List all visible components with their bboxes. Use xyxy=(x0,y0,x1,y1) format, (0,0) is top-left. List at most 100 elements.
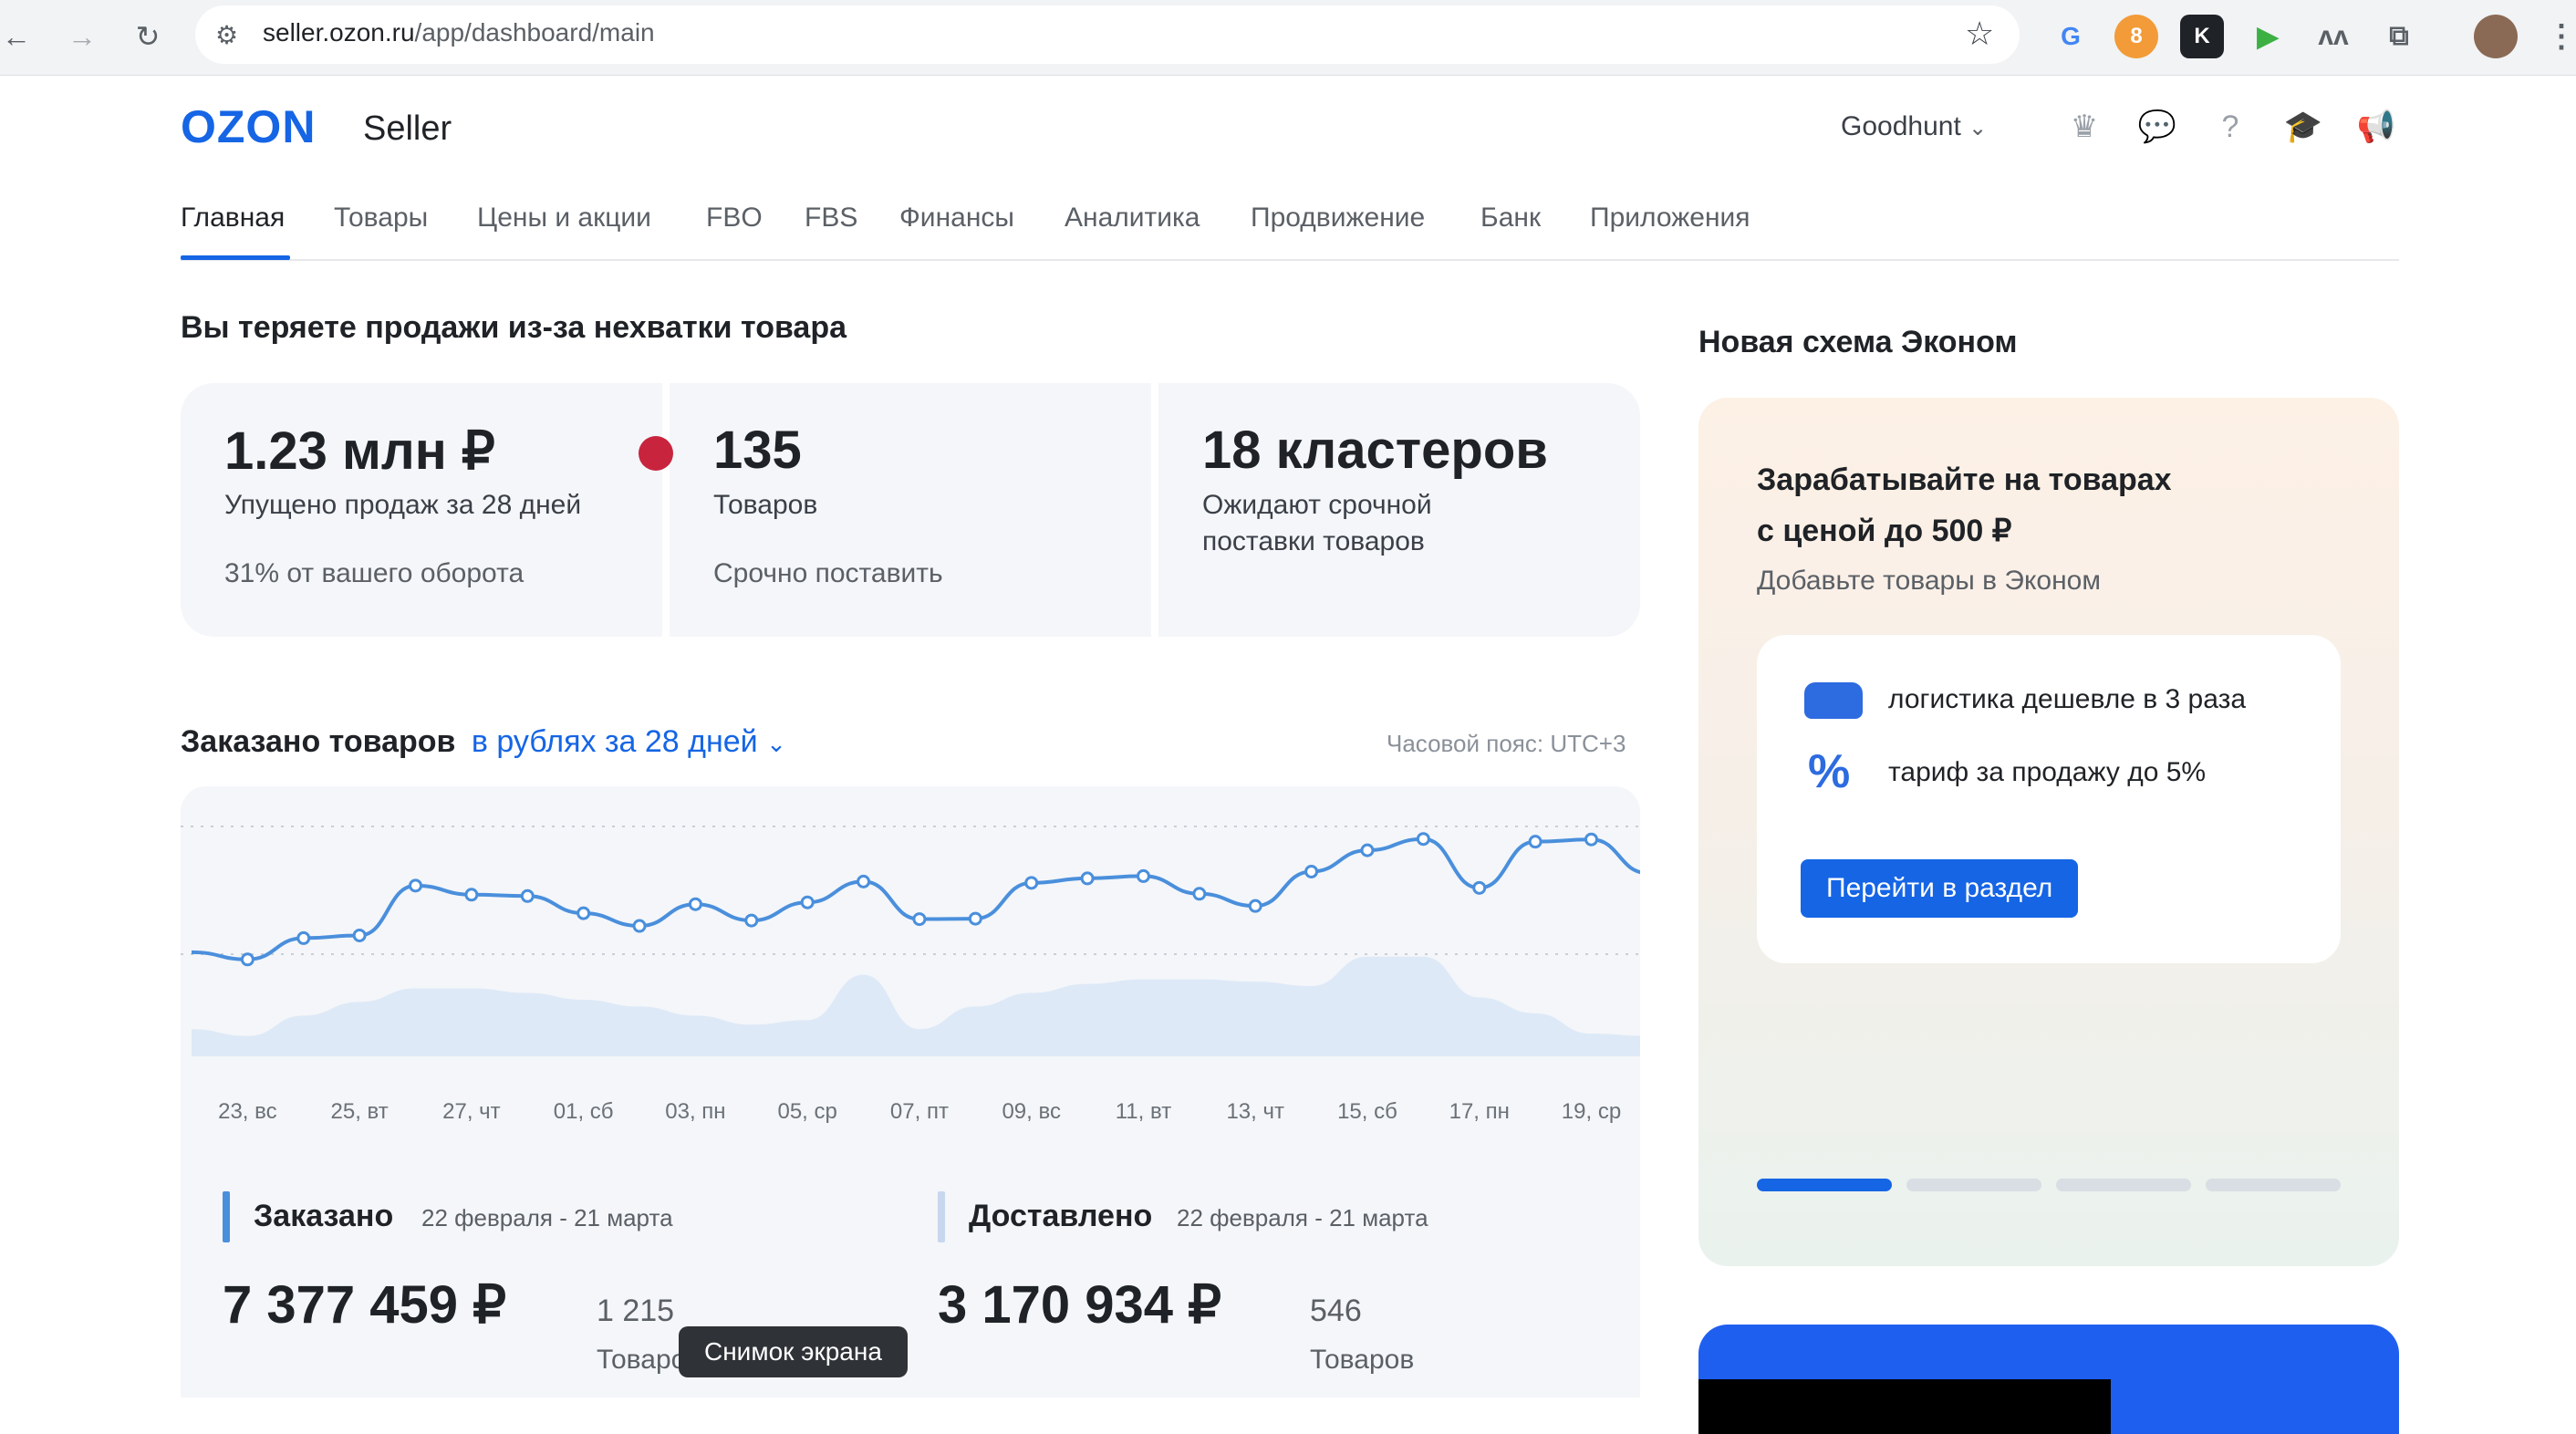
ordered-series-marker xyxy=(223,1191,230,1242)
data-point[interactable] xyxy=(576,906,591,920)
data-point[interactable] xyxy=(1360,843,1375,857)
delivered-count-label: Товаров xyxy=(1310,1345,1415,1375)
data-point[interactable] xyxy=(1416,832,1430,847)
slide-indicator-3[interactable] xyxy=(2056,1179,2191,1191)
lost-sales-foot: 31% от вашего оборота xyxy=(224,558,525,588)
promo-heading: Новая схема Эконом xyxy=(1698,325,2018,359)
education-cap-icon[interactable]: 🎓 xyxy=(2284,108,2322,146)
clusters-value: 18 кластеров xyxy=(1202,421,1548,480)
data-point[interactable] xyxy=(464,888,479,902)
data-point[interactable] xyxy=(1584,832,1598,847)
lost-sales-value: 1.23 млн ₽ xyxy=(224,421,495,481)
data-point[interactable] xyxy=(968,911,982,926)
screenshot-tooltip: Снимок экрана xyxy=(679,1326,908,1377)
data-point[interactable] xyxy=(520,888,535,903)
profile-avatar[interactable] xyxy=(2474,15,2518,58)
translate-extension-icon[interactable]: G xyxy=(2049,15,2093,58)
tab-main[interactable]: Главная xyxy=(181,203,285,234)
clusters-label: Ожидают срочной поставки товаров xyxy=(1202,490,1432,556)
delivered-series-marker xyxy=(938,1191,945,1242)
data-point[interactable] xyxy=(1080,871,1095,886)
x-tick-label: 11, вт xyxy=(1116,1099,1171,1124)
data-point[interactable] xyxy=(352,928,367,942)
slide-indicator-1[interactable] xyxy=(1757,1179,1892,1191)
data-point[interactable] xyxy=(409,878,423,893)
tab-prices-promos[interactable]: Цены и акции xyxy=(477,203,651,234)
ordered-count: 1 215 xyxy=(597,1294,675,1328)
promo-feature-logistics: логистика дешевле в 3 раза xyxy=(1888,684,2247,714)
delivered-count: 546 xyxy=(1310,1294,1362,1328)
tab-promotion[interactable]: Продвижение xyxy=(1251,203,1425,234)
account-switcher[interactable]: Goodhunt ⌄ xyxy=(1841,111,1987,142)
active-tab-indicator xyxy=(181,255,290,260)
crown-icon[interactable]: ♛ xyxy=(2065,108,2103,146)
main-nav-tabs: Главная Товары Цены и акции FBO FBS Фина… xyxy=(181,199,2399,261)
delivered-period: 22 февраля - 21 марта xyxy=(1177,1204,1428,1231)
data-point[interactable] xyxy=(632,919,647,933)
data-point[interactable] xyxy=(1472,880,1487,895)
tab-fbo[interactable]: FBO xyxy=(706,203,763,234)
lambda-extension-icon[interactable]: ʌʌ xyxy=(2311,15,2355,58)
megaphone-icon[interactable]: 📢 xyxy=(2357,108,2395,146)
delivered-amount: 3 170 934 ₽ xyxy=(938,1275,1222,1335)
promo-subtitle: Добавьте товары в Эконом xyxy=(1757,566,2101,596)
data-point[interactable] xyxy=(1192,887,1207,901)
data-point[interactable] xyxy=(296,930,311,945)
data-point[interactable] xyxy=(800,895,815,909)
lost-sales-label: Упущено продаж за 28 дней xyxy=(224,490,582,520)
play-extension-icon[interactable]: ▶ xyxy=(2246,15,2290,58)
address-bar[interactable]: ⚙ seller.ozon.ru/app/dashboard/main ☆ xyxy=(195,5,2020,64)
back-icon[interactable]: ← xyxy=(0,15,38,58)
orders-period-select[interactable]: в рублях за 28 дней ⌄ xyxy=(472,724,786,759)
slide-indicator-2[interactable] xyxy=(1906,1179,2041,1191)
data-point[interactable] xyxy=(1136,868,1150,883)
tab-analytics[interactable]: Аналитика xyxy=(1065,203,1200,234)
data-point[interactable] xyxy=(1024,876,1039,890)
chat-icon[interactable]: 💬 xyxy=(2138,108,2176,146)
data-point[interactable] xyxy=(744,913,759,928)
x-tick-label: 17, пн xyxy=(1449,1099,1510,1124)
delivered-area xyxy=(192,956,1640,1056)
lost-sales-card[interactable]: 1.23 млн ₽ Упущено продаж за 28 дней 31%… xyxy=(181,383,662,637)
extensions-puzzle-icon[interactable]: ⧉ xyxy=(2377,15,2421,58)
ordered-amount: 7 377 459 ₽ xyxy=(223,1275,507,1335)
reload-icon[interactable]: ↻ xyxy=(126,15,170,58)
ozon-logo[interactable]: OZON xyxy=(181,100,316,153)
urgent-supply-link[interactable]: Срочно поставить xyxy=(713,558,943,589)
account-name: Goodhunt xyxy=(1841,111,1961,141)
site-settings-icon[interactable]: ⚙ xyxy=(215,20,238,50)
data-point[interactable] xyxy=(688,897,702,911)
truck-icon xyxy=(1804,682,1863,719)
go-to-section-button[interactable]: Перейти в раздел xyxy=(1801,859,2079,918)
orders-heading: Заказано товаров xyxy=(181,724,456,759)
browser-menu-icon[interactable]: ⋮ xyxy=(2540,15,2576,58)
x-tick-label: 03, пн xyxy=(665,1099,725,1124)
k-extension-icon[interactable]: K xyxy=(2180,15,2224,58)
data-point[interactable] xyxy=(857,874,871,888)
promo-features-box: логистика дешевле в 3 раза % тариф за пр… xyxy=(1757,635,2341,963)
bookmark-star-icon[interactable]: ☆ xyxy=(1965,15,1994,53)
tab-fbs[interactable]: FBS xyxy=(805,203,857,234)
ordered-label: Заказано xyxy=(254,1199,394,1233)
data-point[interactable] xyxy=(1304,864,1319,878)
promo-banner-next[interactable] xyxy=(1698,1325,2399,1434)
data-point[interactable] xyxy=(912,912,927,927)
tab-bank[interactable]: Банк xyxy=(1480,203,1541,234)
clusters-card[interactable]: 18 кластеров Ожидают срочной поставки то… xyxy=(1158,383,1640,637)
orders-chart-header: Заказано товаров в рублях за 28 дней ⌄ xyxy=(181,724,786,760)
data-point[interactable] xyxy=(1528,835,1542,849)
tab-products[interactable]: Товары xyxy=(334,203,428,234)
forward-icon[interactable]: → xyxy=(60,15,104,58)
slide-indicator-4[interactable] xyxy=(2206,1179,2341,1191)
extension-badge-icon[interactable]: 8 xyxy=(2114,15,2158,58)
orders-chart: 23, вс 25, вт 27, чт 01, сб 03, пн 05, ср 07, … xyxy=(181,786,1640,1398)
x-tick-label: 07, пт xyxy=(890,1099,949,1124)
data-point[interactable] xyxy=(240,952,254,967)
products-count-value: 135 xyxy=(713,421,802,480)
tab-finance[interactable]: Финансы xyxy=(899,203,1014,234)
help-icon[interactable]: ? xyxy=(2211,108,2249,146)
tab-apps[interactable]: Приложения xyxy=(1590,203,1750,234)
products-card[interactable]: 135 Товаров Срочно поставить xyxy=(670,383,1151,637)
data-point[interactable] xyxy=(1248,899,1262,913)
x-tick-label: 01, сб xyxy=(554,1099,614,1124)
